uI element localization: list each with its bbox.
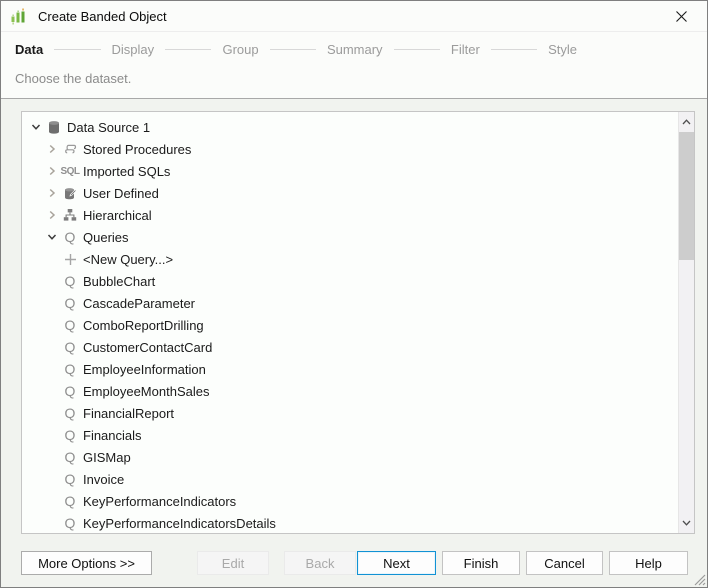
tree-item-label: KeyPerformanceIndicators xyxy=(83,493,237,509)
tree-item-label: EmployeeMonthSales xyxy=(83,383,210,399)
step-style[interactable]: Style xyxy=(548,42,577,57)
step-connector xyxy=(165,48,212,50)
scrollbar-thumb[interactable] xyxy=(679,132,694,260)
query-icon: Q xyxy=(64,317,76,333)
tree-item[interactable]: Q Financials xyxy=(22,424,677,446)
tree-item-label: GISMap xyxy=(83,449,131,465)
tree-item-label: <New Query...> xyxy=(83,251,174,267)
tree-item[interactable]: Q Invoice xyxy=(22,468,677,490)
plus-icon xyxy=(60,253,80,266)
tree-item-label: Data Source 1 xyxy=(67,119,151,135)
tree-item-label: FinancialReport xyxy=(83,405,175,421)
step-filter[interactable]: Filter xyxy=(451,42,480,57)
step-connector xyxy=(54,48,101,50)
tree-item-label: Hierarchical xyxy=(83,207,152,223)
step-summary[interactable]: Summary xyxy=(327,42,383,57)
user-defined-icon xyxy=(60,186,80,201)
query-icon: Q xyxy=(64,295,76,311)
step-connector xyxy=(490,48,538,50)
tree-item-label: Invoice xyxy=(83,471,125,487)
query-icon: Q xyxy=(64,493,76,509)
tree-item[interactable]: Q BubbleChart xyxy=(22,270,677,292)
tree-item-label: Stored Procedures xyxy=(83,141,192,157)
query-icon: Q xyxy=(64,471,76,487)
step-data[interactable]: Data xyxy=(15,42,43,57)
tree-item[interactable]: Q FinancialReport xyxy=(22,402,677,424)
wizard-steps: Data Display Group Summary Filter Style xyxy=(15,40,577,58)
step-description: Choose the dataset. xyxy=(15,71,132,86)
tree-item[interactable]: Q GISMap xyxy=(22,446,677,468)
close-button[interactable] xyxy=(664,1,698,32)
tree-item-label: Imported SQLs xyxy=(83,163,171,179)
tree-item[interactable]: Stored Procedures xyxy=(22,138,677,160)
sql-icon: SQL xyxy=(60,165,80,177)
title-bar: Create Banded Object xyxy=(1,1,707,32)
tree-item[interactable]: Data Source 1 xyxy=(22,116,677,138)
tree-item-label: Queries xyxy=(83,229,129,245)
query-icon: Q xyxy=(64,273,76,289)
dataset-tree: Data Source 1 Stored Procedures SQL Importe… xyxy=(22,116,677,533)
dialog-title: Create Banded Object xyxy=(38,8,167,24)
step-connector xyxy=(269,48,316,50)
scroll-down-arrow-icon[interactable] xyxy=(679,513,694,533)
tree-item[interactable]: Q CascadeParameter xyxy=(22,292,677,314)
query-icon: Q xyxy=(64,405,76,421)
tree-item[interactable]: Hierarchical xyxy=(22,204,677,226)
tree-item[interactable]: Q EmployeeMonthSales xyxy=(22,380,677,402)
step-connector xyxy=(393,48,440,50)
tree-item[interactable]: Q KeyPerformanceIndicatorsDetails xyxy=(22,512,677,533)
query-icon: Q xyxy=(64,383,76,399)
tree-item[interactable]: Q EmployeeInformation xyxy=(22,358,677,380)
tree-item[interactable]: Q ComboReportDrilling xyxy=(22,314,677,336)
finish-button[interactable]: Finish xyxy=(442,551,520,575)
step-group[interactable]: Group xyxy=(222,42,258,57)
query-icon: Q xyxy=(64,449,76,465)
chevron-collapsed-icon[interactable] xyxy=(44,188,60,198)
chevron-collapsed-icon[interactable] xyxy=(44,144,60,154)
tree-item-label: BubbleChart xyxy=(83,273,156,289)
tree-item[interactable]: <New Query...> xyxy=(22,248,677,270)
chevron-collapsed-icon[interactable] xyxy=(44,210,60,220)
tree-item-label: User Defined xyxy=(83,185,159,201)
tree-item[interactable]: Q KeyPerformanceIndicators xyxy=(22,490,677,512)
database-icon xyxy=(44,120,64,135)
tree-item-label: ComboReportDrilling xyxy=(83,317,204,333)
scroll-up-arrow-icon[interactable] xyxy=(679,112,694,132)
edit-button[interactable]: Edit xyxy=(197,551,269,575)
chevron-collapsed-icon[interactable] xyxy=(44,166,60,176)
query-icon: Q xyxy=(64,361,76,377)
tree-item-label: KeyPerformanceIndicatorsDetails xyxy=(83,515,276,531)
tree-item[interactable]: User Defined xyxy=(22,182,677,204)
tree-item[interactable]: Q CustomerContactCard xyxy=(22,336,677,358)
tree-item[interactable]: SQL Imported SQLs xyxy=(22,160,677,182)
dataset-tree-panel: Data Source 1 Stored Procedures SQL Importe… xyxy=(21,111,695,534)
query-icon: Q xyxy=(64,515,76,531)
tree-item[interactable]: Q Queries xyxy=(22,226,677,248)
tree-item-label: CascadeParameter xyxy=(83,295,195,311)
query-icon: Q xyxy=(64,427,76,443)
query-icon: Q xyxy=(64,229,76,245)
back-button[interactable]: Back xyxy=(284,551,356,575)
step-display[interactable]: Display xyxy=(112,42,155,57)
chevron-expanded-icon[interactable] xyxy=(44,232,60,242)
more-options-button[interactable]: More Options >> xyxy=(21,551,152,575)
tree-item-label: Financials xyxy=(83,427,142,443)
help-button[interactable]: Help xyxy=(609,551,688,575)
stored-procedure-icon xyxy=(60,142,80,156)
create-banded-object-dialog: Create Banded Object Data Display Group Sum… xyxy=(0,0,708,588)
tree-item-label: CustomerContactCard xyxy=(83,339,213,355)
cancel-button[interactable]: Cancel xyxy=(526,551,603,575)
dialog-header: Create Banded Object Data Display Group Sum… xyxy=(1,1,707,99)
hierarchy-icon xyxy=(60,208,80,222)
resize-grip[interactable] xyxy=(692,572,706,586)
tree-item-label: EmployeeInformation xyxy=(83,361,206,377)
tree-scrollbar[interactable] xyxy=(678,112,694,533)
banded-object-icon xyxy=(10,7,28,25)
next-button[interactable]: Next xyxy=(357,551,436,575)
chevron-expanded-icon[interactable] xyxy=(28,122,44,132)
query-icon: Q xyxy=(64,339,76,355)
